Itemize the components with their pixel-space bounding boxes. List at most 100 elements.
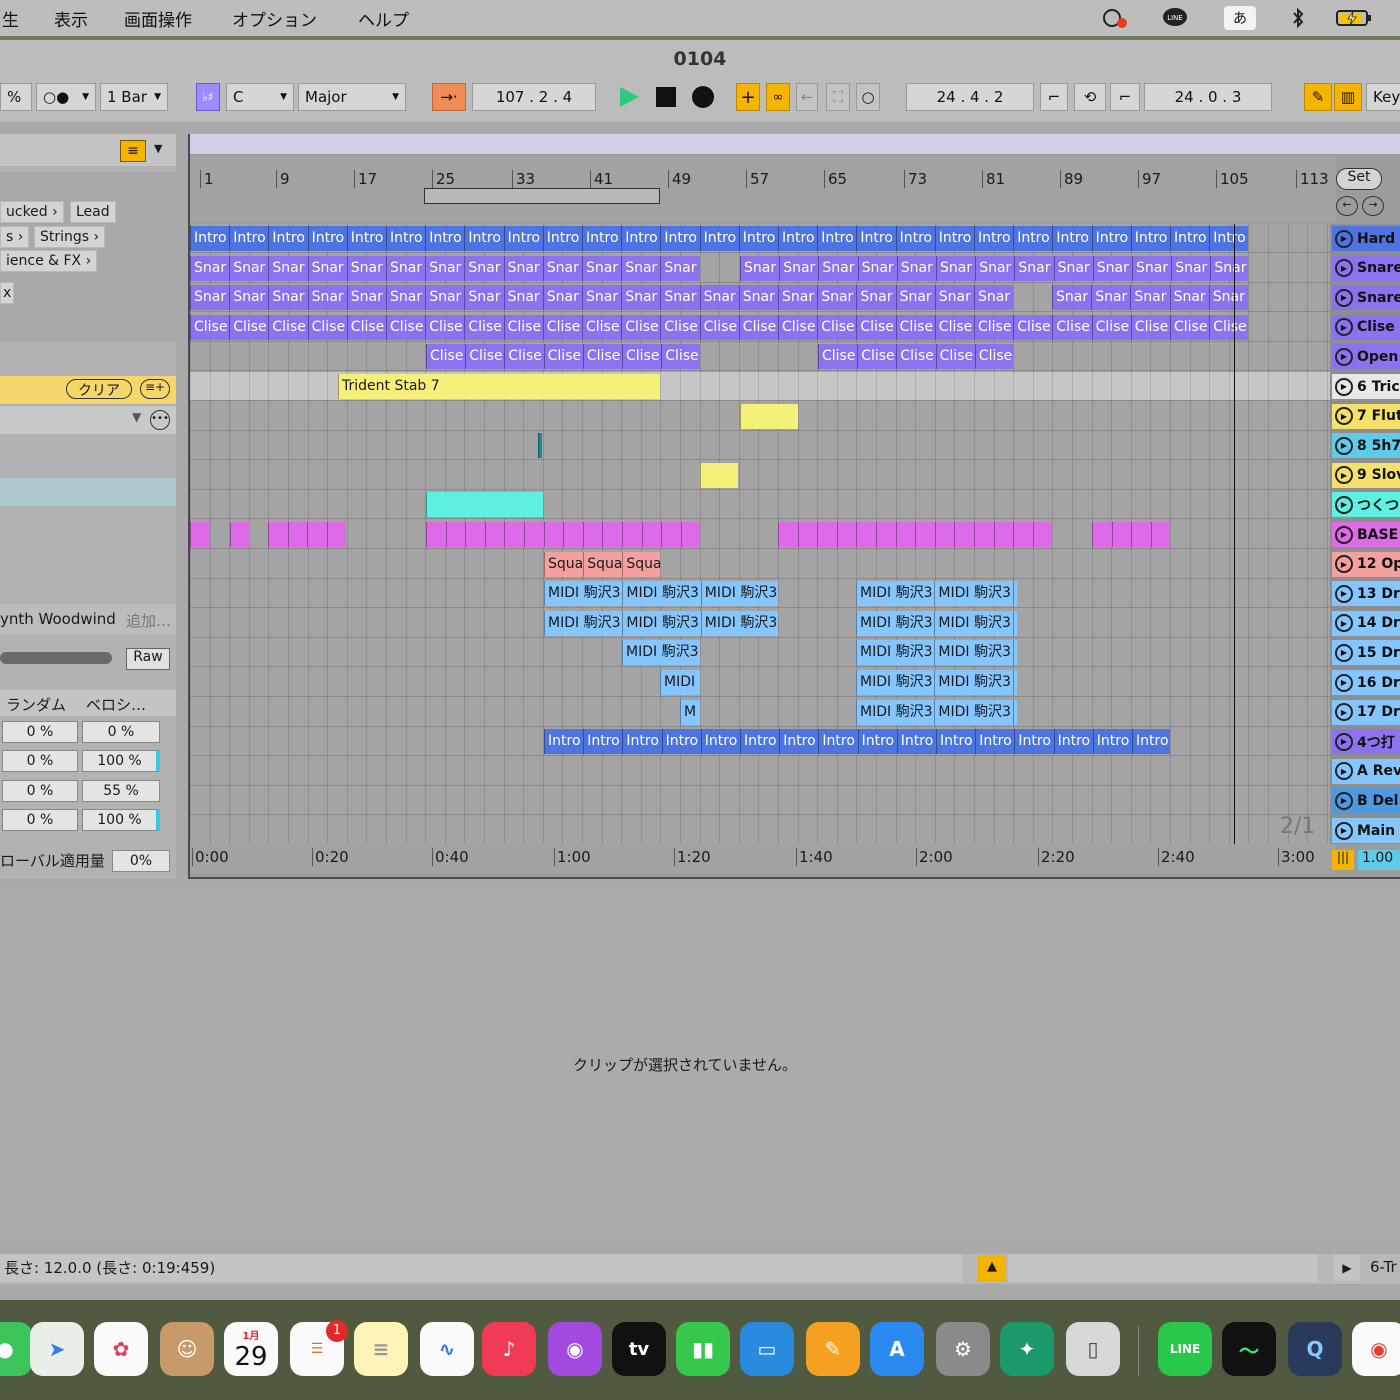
song-position-field[interactable]: 107 . 2 . 4	[472, 83, 596, 111]
clip[interactable]	[230, 522, 250, 547]
clip[interactable]: Snar	[621, 255, 661, 281]
clip[interactable]: Intro	[1091, 226, 1131, 251]
clip[interactable]: MIDI 駒沢3	[1012, 699, 1017, 725]
loop-start-field[interactable]: 24 . 4 . 2	[906, 83, 1034, 111]
track-lane[interactable]	[190, 816, 1330, 844]
clip[interactable]: MIDI 駒沢3	[934, 581, 1013, 607]
clip[interactable]	[680, 522, 700, 547]
input-method-indicator[interactable]: あ	[1224, 6, 1256, 30]
track-lane[interactable]	[190, 786, 1330, 816]
clip[interactable]: Intro	[1014, 729, 1054, 755]
clip[interactable]: Clise	[699, 314, 739, 340]
clip[interactable]: Intro	[700, 729, 740, 755]
clip[interactable]: Snar	[1130, 285, 1170, 311]
clip[interactable]	[484, 522, 505, 547]
track-play-icon[interactable]: ▶	[1335, 288, 1353, 307]
clip[interactable]: Clise	[622, 344, 662, 370]
clip[interactable]: Snar	[1052, 285, 1092, 311]
clip[interactable]: Intro	[818, 729, 858, 755]
clip[interactable]: Snar	[425, 285, 465, 311]
random-row3[interactable]: 0 %	[2, 780, 78, 802]
quicktime-icon[interactable]: Q	[1288, 1322, 1342, 1376]
clip[interactable]: Snar	[818, 255, 858, 281]
clip[interactable]: MIDI 駒沢3	[1012, 581, 1017, 607]
clip[interactable]: Snar	[1171, 255, 1211, 281]
clip[interactable]: Intro	[738, 226, 778, 251]
session-record-icon[interactable]: ○	[856, 83, 880, 111]
clip[interactable]: Snar	[386, 285, 426, 311]
clip[interactable]: Snar	[857, 255, 897, 281]
clip[interactable]	[538, 433, 542, 459]
track-header[interactable]: ▶ 4つ打	[1332, 729, 1400, 755]
clip[interactable]: Snar	[1014, 255, 1054, 281]
track-play-icon[interactable]: ▶	[1335, 673, 1353, 692]
clip[interactable]	[268, 522, 288, 547]
track-play-icon[interactable]: ▶	[1335, 229, 1353, 248]
app-store-icon[interactable]: A	[870, 1322, 924, 1376]
track-lanes[interactable]: Intro Intro Intro Intro Intro Intro Intro Intro…	[190, 224, 1330, 844]
clip[interactable]: Snar	[503, 255, 543, 281]
clip[interactable]: Clise	[346, 314, 386, 340]
clip[interactable]: MIDI 駒沢3	[544, 581, 623, 607]
track-header[interactable]: ▶ BASE	[1332, 522, 1400, 547]
clip[interactable]: MIDI 駒沢3	[934, 610, 1013, 636]
clip[interactable]: Intro	[661, 729, 701, 755]
prev-locator-icon[interactable]: ←	[1336, 196, 1358, 216]
clip[interactable]: MIDI 駒沢3	[934, 699, 1013, 725]
clip[interactable]: MIDI 駒沢3	[544, 610, 623, 636]
clip[interactable]: M	[680, 699, 700, 725]
clip[interactable]: Intro	[934, 226, 974, 251]
clip[interactable]: Intro	[740, 729, 780, 755]
track-lane[interactable]	[190, 550, 1330, 579]
clip[interactable]: Intro	[1052, 226, 1092, 251]
maps-icon[interactable]: ➤	[30, 1322, 84, 1376]
clip[interactable]: Clise	[896, 344, 936, 370]
clip[interactable]: Intro	[975, 729, 1015, 755]
track-lane[interactable]	[190, 668, 1330, 697]
clip[interactable]: Snar	[1053, 255, 1093, 281]
track-play-icon[interactable]: ▶	[1335, 318, 1353, 337]
clip[interactable]: Intro	[1092, 729, 1132, 755]
clip[interactable]: Intro	[895, 226, 935, 251]
clip[interactable]: Snar	[936, 255, 976, 281]
track-play-icon[interactable]: ▶	[1335, 791, 1353, 810]
clip[interactable]: Snar	[268, 255, 308, 281]
clip[interactable]: MIDI 駒沢3	[856, 670, 935, 695]
track-lane[interactable]	[190, 490, 1330, 520]
velocity-row2[interactable]: 100 %	[82, 750, 160, 772]
tv-icon[interactable]: tv	[612, 1322, 666, 1376]
clip[interactable]	[445, 522, 466, 547]
photos-icon[interactable]: ✿	[94, 1322, 148, 1376]
zoom-field[interactable]: %	[0, 83, 32, 111]
track-play-icon[interactable]: ▶	[1335, 732, 1353, 751]
clip[interactable]: Snar	[896, 255, 936, 281]
clip[interactable]: Intro	[190, 226, 230, 251]
tag-pads[interactable]: s ›	[0, 226, 30, 248]
clip[interactable]: Clise	[307, 314, 347, 340]
clip[interactable]: Clise	[974, 344, 1014, 370]
clip[interactable]: Intro	[1013, 226, 1053, 251]
filter-icon[interactable]: ≡	[120, 140, 146, 162]
clip[interactable]: Clise	[1209, 314, 1248, 340]
tag-lead[interactable]: Lead	[70, 201, 116, 223]
clip[interactable]: Intro	[1209, 226, 1248, 251]
velocity-row1[interactable]: 0 %	[82, 721, 160, 743]
track-header[interactable]: ▶ 16 Dr	[1332, 670, 1400, 695]
clip[interactable]: Intro	[386, 226, 426, 251]
clip[interactable]	[836, 522, 857, 547]
clip[interactable]: Clise	[621, 314, 661, 340]
clip[interactable]: Snar	[346, 285, 386, 311]
clip[interactable]: MIDI	[660, 670, 700, 695]
music-icon[interactable]: ♪	[482, 1322, 536, 1376]
clip[interactable]	[1013, 522, 1033, 547]
clip[interactable]: Snar	[1092, 255, 1132, 281]
clip[interactable]: MIDI 駒沢3	[622, 640, 700, 666]
clip[interactable]: Intro	[582, 226, 622, 251]
tag-ambience-fx[interactable]: ience & FX ›	[0, 250, 98, 272]
clip[interactable]: Clise	[582, 344, 622, 370]
back-to-arrangement-icon[interactable]: ←	[796, 83, 818, 111]
clip[interactable]: Intro	[699, 226, 739, 251]
contacts-icon[interactable]: ☺	[160, 1322, 214, 1376]
clip[interactable]: MIDI 駒沢3	[1012, 670, 1017, 695]
clip[interactable]: Snar	[660, 285, 700, 311]
